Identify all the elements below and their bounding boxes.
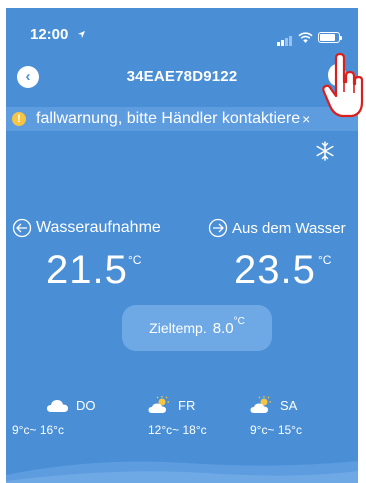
battery-icon (318, 31, 342, 43)
bottom-wave (6, 461, 358, 483)
forecast-range: 12°c~ 18°c (148, 423, 207, 437)
target-temperature-button[interactable]: Zieltemp. 8.0°C (122, 305, 272, 351)
target-value: 8.0°C (212, 316, 245, 337)
water-in-value: 21.5 (46, 248, 128, 292)
forecast-day: FR 12°c~ 18°c (148, 395, 207, 437)
app-screen: 12:00 ‹ 34EAE78D9122 i ! fallwarnung, bi… (6, 8, 358, 483)
forecast-day: SA 9°c~ 15°c (250, 395, 302, 437)
signal-icon (277, 28, 293, 46)
forecast-range: 9°c~ 16°c (12, 423, 64, 437)
status-icons (277, 28, 342, 46)
snowflake-icon (316, 141, 334, 161)
target-label: Zieltemp. (149, 320, 207, 336)
warning-close-button[interactable]: × (302, 111, 310, 127)
water-out-value: 23.5 (234, 248, 316, 292)
arrow-right-circle-icon (208, 218, 228, 238)
partly-sunny-icon (148, 396, 169, 413)
status-time: 12:00 (30, 26, 86, 43)
pointing-hand-cursor-icon (322, 52, 364, 118)
warning-text: fallwarnung, bitte Händler kontaktiere (36, 110, 301, 127)
cloud-icon (47, 400, 68, 412)
water-in-label-text: Wasseraufnahme (36, 219, 161, 236)
location-arrow-icon (77, 30, 85, 39)
forecast-day: DO 9°c~ 16°c (12, 395, 96, 438)
partly-sunny-icon (250, 396, 271, 413)
water-in-unit: °C (128, 253, 142, 267)
target-unit: °C (233, 315, 245, 327)
warning-banner: ! fallwarnung, bitte Händler kontaktiere… (6, 107, 358, 131)
forecast-day-label: SA (280, 397, 298, 413)
arrow-left-circle-icon (12, 218, 32, 238)
target-value-number: 8.0 (212, 319, 234, 337)
wifi-icon (298, 31, 313, 43)
forecast-day-label: DO (76, 397, 96, 413)
water-in-label: Wasseraufnahme (12, 218, 161, 238)
water-out-unit: °C (318, 253, 332, 267)
forecast-day-label: FR (178, 397, 196, 413)
water-out-label: Aus dem Wasser (208, 218, 346, 238)
status-time-text: 12:00 (30, 26, 69, 43)
device-id-title: 34EAE78D9122 (126, 68, 238, 85)
forecast-range: 9°c~ 15°c (250, 423, 302, 437)
exclamation-icon: ! (12, 112, 26, 126)
water-out-label-text: Aus dem Wasser (232, 219, 346, 237)
